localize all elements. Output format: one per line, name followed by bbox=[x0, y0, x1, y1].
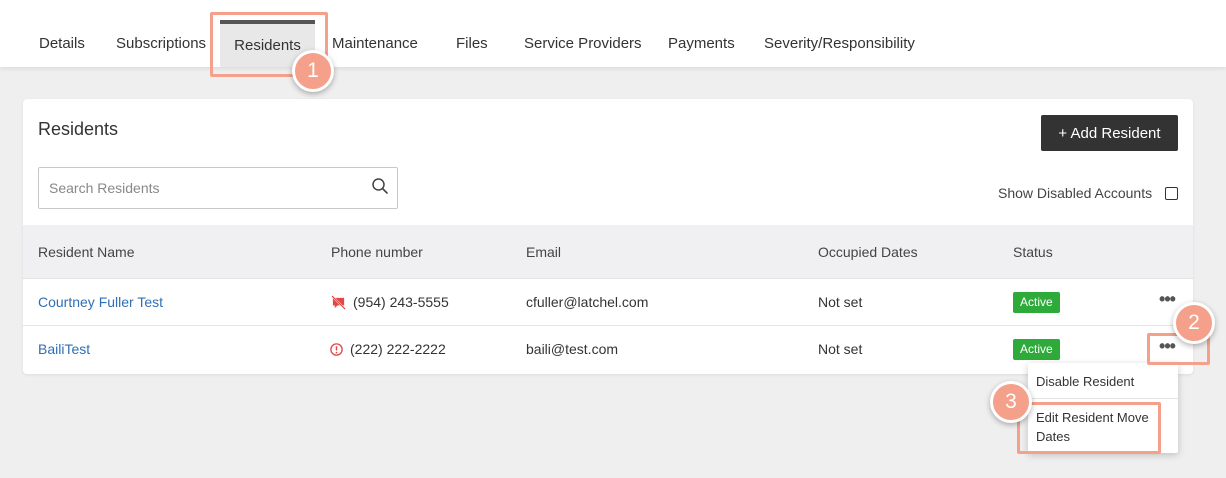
residents-panel: Residents + Add Resident Show Disabled A… bbox=[23, 99, 1193, 374]
occupied-dates: Not set bbox=[818, 294, 863, 310]
warning-circle-icon bbox=[330, 343, 343, 356]
panel-title: Residents bbox=[38, 119, 119, 139]
more-options-icon[interactable]: ••• bbox=[1156, 337, 1178, 359]
table-header: Resident Name Phone number Email Occupie… bbox=[23, 225, 1193, 279]
tab-service-providers[interactable]: Service Providers bbox=[524, 20, 642, 67]
column-header-email[interactable]: Email bbox=[526, 225, 561, 279]
step-badge-2: 2 bbox=[1173, 302, 1215, 344]
column-header-occupied-dates[interactable]: Occupied Dates bbox=[818, 225, 918, 279]
resident-name-link[interactable]: Courtney Fuller Test bbox=[38, 279, 163, 325]
column-header-status[interactable]: Status bbox=[1013, 225, 1053, 279]
search-input[interactable] bbox=[39, 168, 359, 208]
occupied-dates: Not set bbox=[818, 341, 863, 357]
add-resident-button[interactable]: + Add Resident bbox=[1041, 115, 1178, 151]
table-row: Courtney Fuller Test (954) 243-5555 cful… bbox=[23, 279, 1193, 326]
column-header-name[interactable]: Resident Name bbox=[38, 225, 135, 279]
menu-divider bbox=[1028, 398, 1178, 399]
status-badge: Active bbox=[1013, 292, 1060, 313]
phone-number: (954) 243-5555 bbox=[353, 294, 449, 310]
show-disabled-label: Show Disabled Accounts bbox=[998, 185, 1153, 201]
resident-name-link[interactable]: BailiTest bbox=[38, 326, 90, 372]
search-box bbox=[38, 167, 398, 209]
status-badge: Active bbox=[1013, 339, 1060, 360]
table-row: BailiTest (222) 222-2222 baili@test.com … bbox=[23, 326, 1193, 373]
column-header-phone[interactable]: Phone number bbox=[331, 225, 423, 279]
step-badge-1: 1 bbox=[292, 50, 334, 92]
tab-details[interactable]: Details bbox=[39, 20, 85, 67]
search-icon[interactable] bbox=[371, 177, 389, 195]
more-options-icon[interactable]: ••• bbox=[1156, 290, 1178, 312]
tab-bar: Details Subscriptions Residents Maintena… bbox=[0, 0, 1226, 67]
row-context-menu: Disable Resident Edit Resident Move Date… bbox=[1028, 363, 1178, 453]
tab-subscriptions[interactable]: Subscriptions bbox=[116, 20, 206, 67]
tab-files[interactable]: Files bbox=[456, 20, 488, 67]
show-disabled-checkbox[interactable] bbox=[1165, 187, 1178, 200]
email: baili@test.com bbox=[526, 341, 619, 357]
tab-severity-responsibility[interactable]: Severity/Responsibility bbox=[764, 20, 915, 67]
tab-payments[interactable]: Payments bbox=[668, 20, 735, 67]
menu-item-edit-move-dates[interactable]: Edit Resident Move Dates bbox=[1036, 408, 1164, 446]
step-badge-3: 3 bbox=[990, 381, 1032, 423]
no-sms-icon bbox=[331, 295, 346, 310]
menu-item-disable-resident[interactable]: Disable Resident bbox=[1036, 372, 1134, 391]
tab-maintenance[interactable]: Maintenance bbox=[332, 20, 418, 67]
phone-number: (222) 222-2222 bbox=[350, 341, 446, 357]
email: cfuller@latchel.com bbox=[526, 294, 649, 310]
